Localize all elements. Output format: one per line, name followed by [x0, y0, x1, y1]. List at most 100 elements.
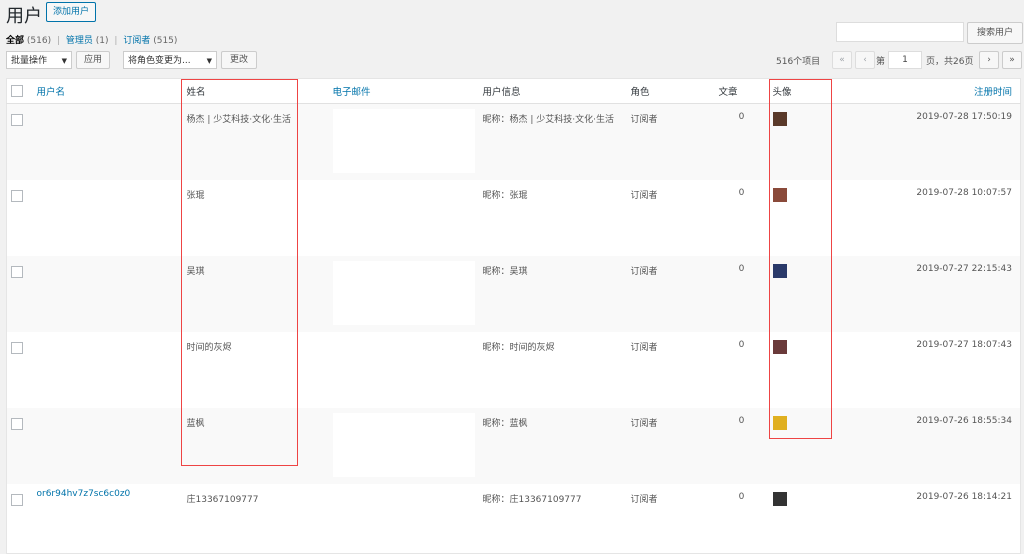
email-cell	[328, 103, 479, 180]
email-link[interactable]	[332, 337, 475, 401]
prev-page-button[interactable]: ‹	[855, 51, 875, 69]
first-page-button[interactable]: «	[832, 51, 852, 69]
role-filter-links: 全部 (516) | 管理员 (1) | 订阅者 (515)	[6, 36, 178, 46]
chevron-down-icon: ▼	[206, 57, 212, 65]
bulk-action-select[interactable]: 批量操作 ▼	[6, 51, 72, 69]
username-cell	[32, 408, 183, 484]
avatar	[772, 340, 787, 354]
row-select-cell	[6, 256, 33, 332]
email-link[interactable]	[332, 413, 475, 477]
filter-all[interactable]: 全部	[6, 36, 24, 46]
table-row: 时间的灰烬 昵称：时间的灰烬 订阅者 0 2019-07-27 18:07:43	[7, 332, 1021, 408]
registered-cell: 2019-07-26 18:55:34	[858, 408, 1021, 484]
avatar	[772, 264, 787, 278]
filter-admin[interactable]: 管理员	[66, 36, 93, 46]
email-cell	[328, 408, 479, 484]
search-users-button[interactable]: 搜索用户	[967, 22, 1023, 44]
col-info: 用户信息	[478, 78, 627, 104]
col-posts: 文章	[714, 78, 769, 104]
col-role: 角色	[626, 78, 715, 104]
row-checkbox[interactable]	[11, 418, 23, 430]
table-row: 杨杰 | 少艾科技·文化·生活 昵称：杨杰 | 少艾科技·文化·生活 订阅者 0 201…	[6, 103, 1021, 180]
avatar-cell	[768, 103, 859, 180]
col-registered[interactable]: 注册时间	[858, 78, 1021, 104]
table-row: 吴琪 昵称：吴琪 订阅者 0 2019-07-27 22:15:43	[6, 256, 1021, 332]
email-cell	[328, 256, 479, 332]
next-page-button[interactable]: ›	[979, 51, 999, 69]
email-cell	[329, 180, 479, 256]
registered-cell: 2019-07-28 10:07:57	[916, 188, 1012, 198]
role-cell: 订阅者	[630, 495, 658, 505]
info-cell: 昵称：蓝枫	[478, 408, 627, 484]
username-cell	[33, 332, 183, 408]
name-cell: 庄13367109777	[186, 495, 259, 505]
select-all-checkbox[interactable]	[11, 84, 23, 97]
filter-admin-count: (1)	[95, 36, 109, 46]
select-all-cell	[6, 78, 33, 104]
username-link[interactable]	[37, 261, 179, 275]
search-input[interactable]	[836, 22, 964, 42]
posts-cell: 0	[714, 103, 769, 180]
posts-cell: 0	[738, 492, 745, 502]
current-page-input[interactable]: 1	[888, 51, 922, 69]
filter-subscriber-count: (515)	[153, 36, 178, 46]
col-name: 姓名	[182, 78, 329, 104]
info-cell: 昵称：杨杰 | 少艾科技·文化·生活	[478, 103, 627, 180]
username-cell	[32, 103, 183, 180]
table-row: or6r94hv7z7sc6c0z0 庄13367109777 昵称：庄133671…	[7, 484, 1021, 554]
username-link[interactable]	[37, 185, 179, 199]
username-cell	[32, 256, 183, 332]
row-checkbox[interactable]	[11, 190, 23, 202]
bulk-action-label: 批量操作	[11, 56, 48, 66]
name-cell: 吴琪	[182, 256, 329, 332]
info-cell: 昵称：时间的灰烬	[482, 343, 555, 353]
col-username[interactable]: 用户名	[32, 78, 183, 104]
page-title: 用户	[6, 6, 42, 27]
username-link[interactable]	[37, 413, 179, 427]
row-checkbox[interactable]	[11, 494, 23, 506]
row-checkbox[interactable]	[11, 266, 23, 278]
email-link[interactable]	[332, 109, 475, 173]
change-role-label: 将角色变更为...	[128, 56, 191, 66]
username-link[interactable]	[37, 337, 179, 351]
avatar-cell	[769, 484, 859, 554]
avatar-cell	[768, 256, 859, 332]
username-link[interactable]: or6r94hv7z7sc6c0z0	[37, 489, 179, 503]
email-link[interactable]	[332, 185, 475, 249]
role-cell: 订阅者	[626, 103, 715, 180]
filter-all-count: (516)	[26, 36, 52, 46]
registered-cell: 2019-07-26 18:14:21	[916, 492, 1012, 502]
posts-cell: 0	[714, 408, 769, 484]
email-link[interactable]	[332, 261, 475, 325]
change-button[interactable]: 更改	[221, 51, 257, 69]
row-checkbox[interactable]	[11, 114, 23, 126]
row-select-cell	[7, 332, 33, 408]
email-cell	[329, 332, 479, 408]
name-cell: 张琨	[186, 191, 205, 201]
username-link[interactable]	[37, 109, 179, 123]
col-avatar: 头像	[768, 78, 859, 104]
avatar-cell	[769, 332, 859, 408]
last-page-button[interactable]: »	[1002, 51, 1022, 69]
row-select-cell	[6, 103, 33, 180]
filter-subscriber[interactable]: 订阅者	[123, 36, 150, 46]
avatar-cell	[768, 408, 859, 484]
page-total: 页，共26页	[926, 57, 974, 67]
name-cell: 蓝枫	[182, 408, 329, 484]
username-cell: or6r94hv7z7sc6c0z0	[33, 484, 183, 554]
table-row: 张琨 昵称：张琨 订阅者 0 2019-07-28 10:07:57	[7, 180, 1021, 256]
name-cell: 时间的灰烬	[186, 343, 232, 353]
page-prefix: 第	[876, 57, 886, 67]
row-select-cell	[6, 408, 33, 484]
apply-button[interactable]: 应用	[76, 51, 110, 69]
info-cell: 昵称：吴琪	[478, 256, 627, 332]
info-cell: 昵称：张琨	[482, 191, 528, 201]
add-user-button[interactable]: 添加用户	[46, 2, 97, 22]
avatar-cell	[769, 180, 859, 256]
row-checkbox[interactable]	[11, 342, 23, 354]
change-role-select[interactable]: 将角色变更为... ▼	[123, 51, 217, 69]
col-email[interactable]: 电子邮件	[328, 78, 479, 104]
avatar	[772, 188, 787, 202]
avatar	[772, 492, 787, 506]
email-link[interactable]	[332, 489, 475, 553]
